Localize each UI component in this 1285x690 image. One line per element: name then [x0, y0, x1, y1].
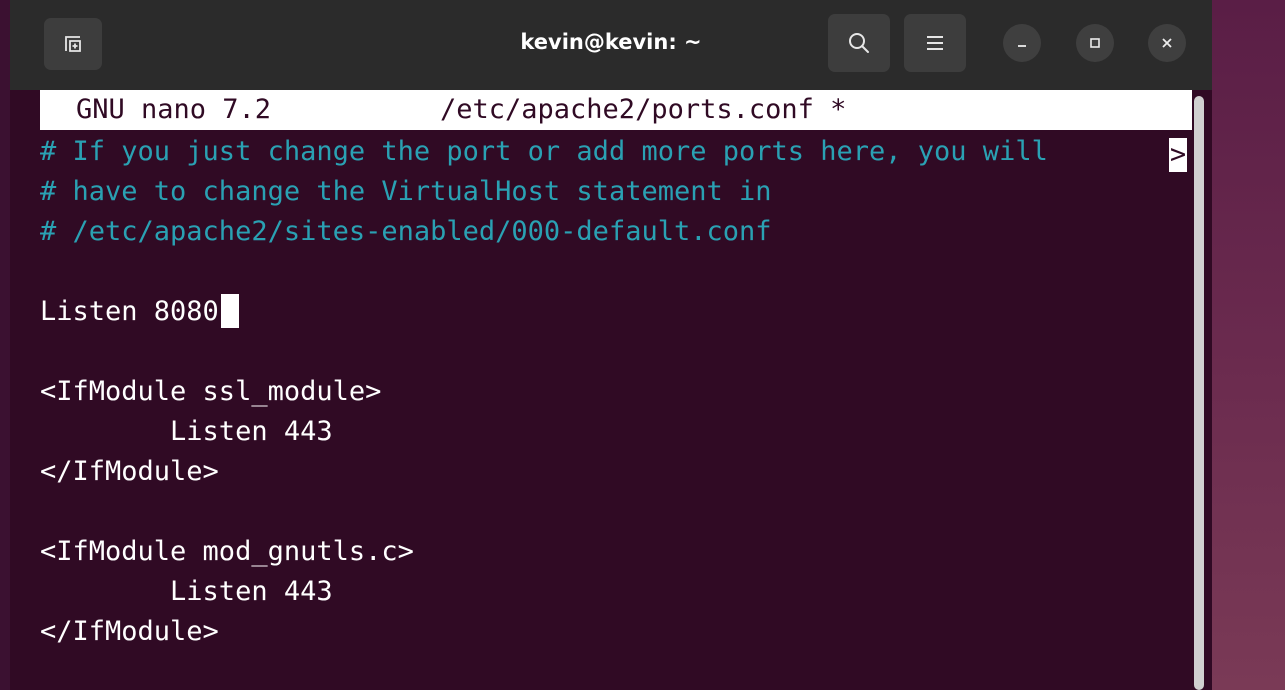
nano-title-bar: GNU nano 7.2/etc/apache2/ports.conf * [40, 90, 1192, 130]
close-button[interactable] [1148, 24, 1186, 62]
nano-filename: /etc/apache2/ports.conf * [440, 94, 847, 125]
editor-line-9: </IfModule> [40, 456, 219, 487]
line-overflow-marker: > [1169, 138, 1187, 172]
terminal-window: kevin@kevin: ~ GNU nano 7.2 /etc/apache2… [10, 0, 1212, 690]
desktop-wallpaper-right [1212, 0, 1285, 690]
desktop-wallpaper-left [0, 0, 10, 690]
editor-line-3: # /etc/apache2/sites-enabled/000-default… [40, 216, 772, 247]
hamburger-menu-icon [924, 32, 946, 54]
editor-line-2: # have to change the VirtualHost stateme… [40, 176, 772, 207]
maximize-button[interactable] [1076, 24, 1114, 62]
editor-line-7: <IfModule ssl_module> [40, 376, 382, 407]
window-headerbar: kevin@kevin: ~ [10, 0, 1212, 90]
editor-line-5: Listen 8080 [40, 292, 239, 332]
editor-line-5-text: Listen 8080 [40, 296, 219, 327]
editor-line-11: <IfModule mod_gnutls.c> [40, 536, 414, 567]
editor-line-12: Listen 443 [40, 576, 333, 607]
editor-line-1: # If you just change the port or add mor… [40, 136, 1048, 167]
editor-line-13: </IfModule> [40, 616, 219, 647]
close-icon [1160, 36, 1174, 50]
nano-version: GNU nano 7.2 [76, 94, 272, 125]
terminal-content[interactable]: GNU nano 7.2/etc/apache2/ports.conf * # … [34, 90, 1194, 690]
minimize-icon [1015, 36, 1029, 50]
minimize-button[interactable] [1003, 24, 1041, 62]
text-cursor [220, 293, 239, 328]
search-button[interactable] [828, 14, 890, 72]
maximize-icon [1088, 36, 1102, 50]
editor-line-8: Listen 443 [40, 416, 333, 447]
menu-button[interactable] [904, 14, 966, 72]
search-icon [847, 31, 871, 55]
terminal-scrollbar[interactable] [1194, 96, 1204, 690]
